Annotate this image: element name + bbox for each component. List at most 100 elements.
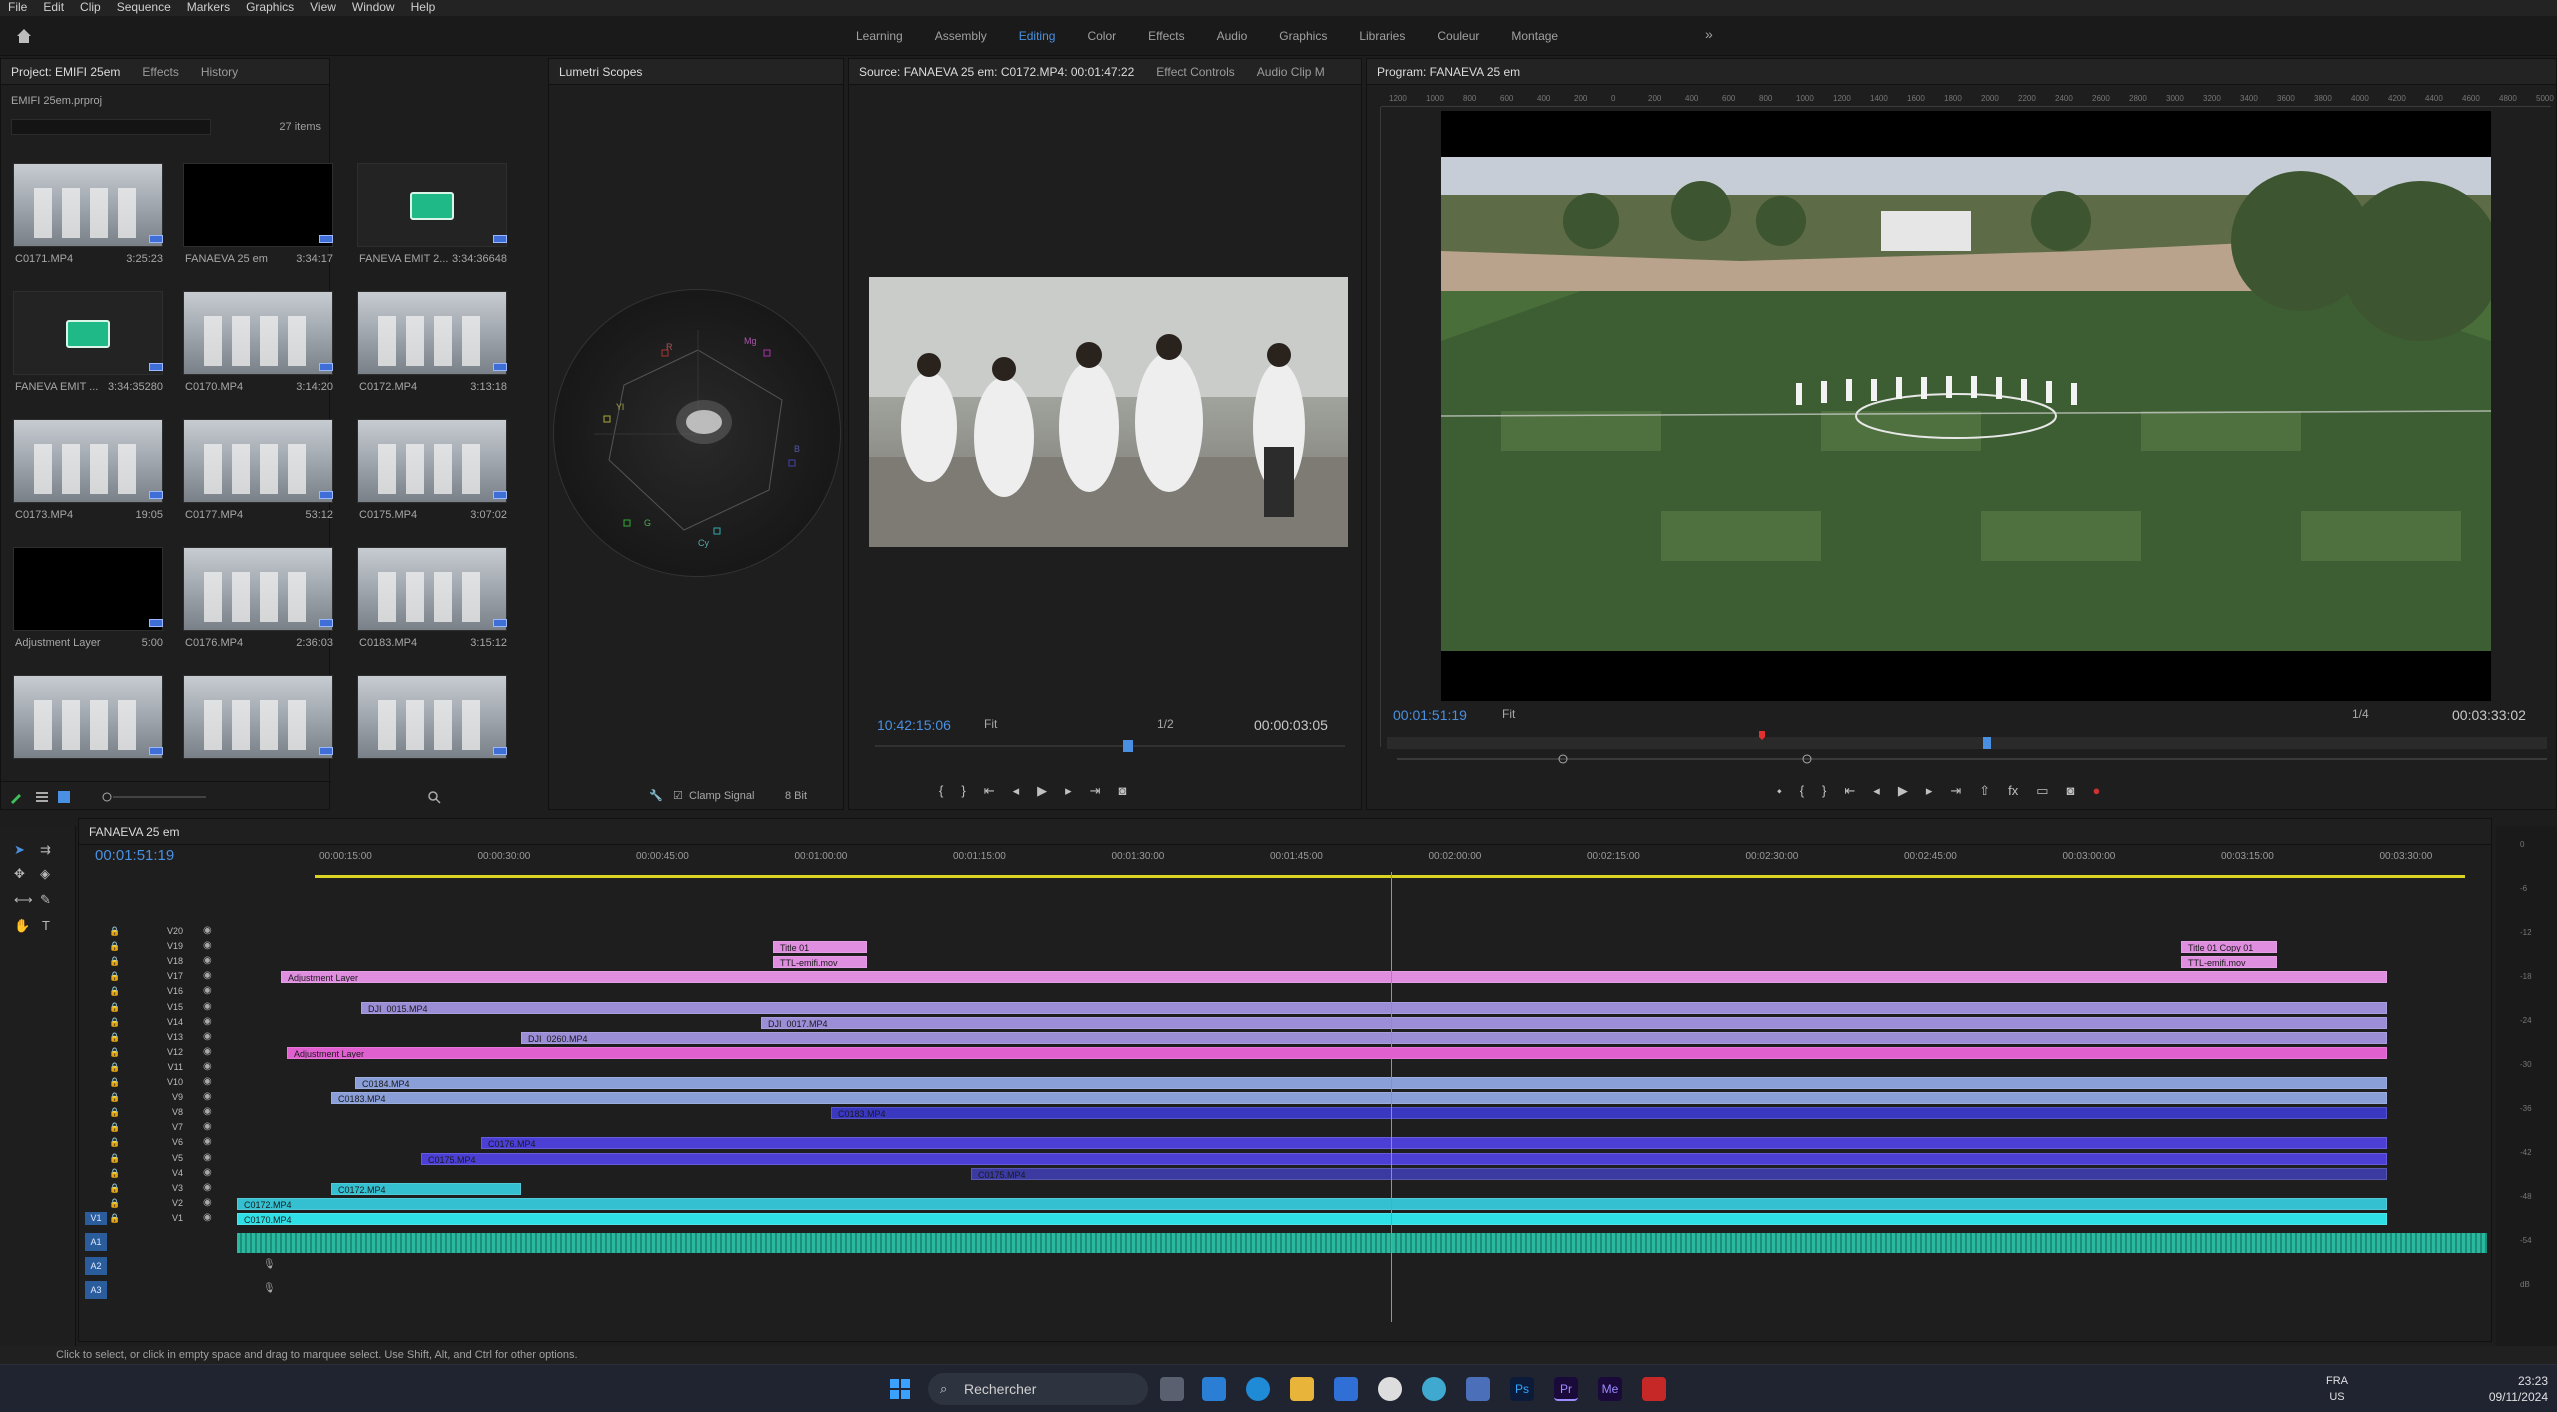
- lift-button[interactable]: ⇧: [1979, 783, 1990, 799]
- project-item-thumbnail[interactable]: [183, 675, 333, 759]
- lock-icon[interactable]: 🔒: [109, 971, 120, 982]
- timeline-clip[interactable]: DJI_0017.MP4: [761, 1016, 2387, 1029]
- lock-icon[interactable]: 🔒: [109, 1168, 120, 1179]
- project-item-thumbnail[interactable]: [183, 547, 333, 631]
- eye-icon[interactable]: ◉: [203, 1152, 212, 1163]
- lock-icon[interactable]: 🔒: [109, 1107, 120, 1118]
- work-area-bar[interactable]: [315, 875, 2465, 878]
- pen-tool-icon[interactable]: ✎: [40, 892, 51, 908]
- eye-icon[interactable]: ◉: [203, 1076, 212, 1087]
- prog-mark-out-button[interactable]: }: [1822, 783, 1826, 799]
- photos-icon[interactable]: [1466, 1377, 1490, 1401]
- tab-effect-controls[interactable]: Effect Controls: [1156, 65, 1234, 79]
- slip-tool-icon[interactable]: ⟷: [14, 892, 33, 908]
- tab-effects[interactable]: Effects: [142, 65, 178, 79]
- workspace-tab-couleur[interactable]: Couleur: [1421, 28, 1495, 44]
- icon-view-icon[interactable]: [57, 790, 71, 804]
- program-resolution-select[interactable]: 1/4: [2352, 707, 2369, 721]
- track-select-tool-icon[interactable]: ⇉: [40, 842, 51, 858]
- eye-icon[interactable]: ◉: [203, 1046, 212, 1057]
- photoshop-icon[interactable]: Ps: [1510, 1377, 1534, 1401]
- play-button[interactable]: ▶: [1037, 783, 1047, 799]
- eye-icon[interactable]: ◉: [203, 1106, 212, 1117]
- program-scrub-bar[interactable]: [1387, 731, 2547, 771]
- microphone-icon[interactable]: 🎙: [263, 1259, 276, 1270]
- lock-icon[interactable]: 🔒: [109, 1183, 120, 1194]
- workspace-tab-effects[interactable]: Effects: [1132, 28, 1200, 44]
- lock-icon[interactable]: 🔒: [109, 1137, 120, 1148]
- timeline-clip[interactable]: C0175.MP4: [971, 1167, 2387, 1180]
- workspace-tab-editing[interactable]: Editing: [1003, 28, 1072, 44]
- audio-track-target[interactable]: A3: [85, 1281, 107, 1299]
- eye-icon[interactable]: ◉: [203, 955, 212, 966]
- program-timecode[interactable]: 00:01:51:19: [1393, 707, 1467, 723]
- lock-icon[interactable]: 🔒: [109, 926, 120, 937]
- wrench-icon[interactable]: 🔧: [649, 789, 663, 802]
- timeline-clip[interactable]: C0175.MP4: [421, 1152, 2387, 1165]
- timeline-clip[interactable]: Adjustment Layer: [281, 971, 2387, 984]
- mark-in-button[interactable]: {: [939, 783, 943, 799]
- taskbar-search-input[interactable]: Rechercher: [928, 1373, 1148, 1405]
- hand-tool-icon[interactable]: ✋: [14, 918, 30, 934]
- eye-icon[interactable]: ◉: [203, 1167, 212, 1178]
- tab-project[interactable]: Project: EMIFI 25em: [11, 65, 120, 79]
- workspace-tab-montage[interactable]: Montage: [1495, 28, 1574, 44]
- file-explorer-icon[interactable]: [1290, 1377, 1314, 1401]
- source-zoom-select[interactable]: Fit: [984, 717, 997, 731]
- prog-go-to-out-button[interactable]: ⇥: [1950, 783, 1961, 799]
- playhead[interactable]: [1391, 872, 1392, 1322]
- lock-icon[interactable]: 🔒: [109, 1032, 120, 1043]
- lock-icon[interactable]: 🔒: [109, 1213, 120, 1224]
- prog-step-forward-button[interactable]: ▸: [1926, 783, 1933, 799]
- project-item-thumbnail[interactable]: [357, 675, 507, 759]
- project-item-thumbnail[interactable]: [357, 547, 507, 631]
- timeline-clip[interactable]: DJI_0015.MP4: [361, 1001, 2387, 1014]
- timeline-clip[interactable]: C0172.MP4: [237, 1197, 2387, 1210]
- eye-icon[interactable]: ◉: [203, 940, 212, 951]
- project-item-thumbnail[interactable]: [183, 163, 333, 247]
- workspace-tab-graphics[interactable]: Graphics: [1263, 28, 1343, 44]
- type-tool-icon[interactable]: T: [42, 918, 50, 933]
- go-to-in-button[interactable]: ⇤: [984, 783, 995, 799]
- menu-graphics[interactable]: Graphics: [238, 0, 302, 16]
- app-icon[interactable]: [1422, 1377, 1446, 1401]
- menu-help[interactable]: Help: [403, 0, 444, 16]
- bit-depth-select[interactable]: 8 Bit: [785, 790, 807, 802]
- workspace-tab-assembly[interactable]: Assembly: [919, 28, 1003, 44]
- timeline-clip[interactable]: Title 01 Copy 01: [2181, 941, 2277, 954]
- eye-icon[interactable]: ◉: [203, 925, 212, 936]
- add-marker-button[interactable]: ⬩: [1777, 783, 1782, 799]
- list-view-icon[interactable]: [35, 790, 49, 804]
- timeline-clip[interactable]: DJI_0260.MP4: [521, 1031, 2387, 1044]
- eye-icon[interactable]: ◉: [203, 1182, 212, 1193]
- project-item-thumbnail[interactable]: [357, 419, 507, 503]
- workspace-tab-audio[interactable]: Audio: [1201, 28, 1264, 44]
- eye-icon[interactable]: ◉: [203, 1136, 212, 1147]
- timeline-clip[interactable]: C0183.MP4: [331, 1092, 2387, 1105]
- audio-track-target[interactable]: A1: [85, 1233, 107, 1251]
- prog-go-to-in-button[interactable]: ⇤: [1844, 783, 1855, 799]
- timeline-clip[interactable]: TTL-emifi.mov: [2181, 956, 2277, 969]
- tab-history[interactable]: History: [201, 65, 238, 79]
- export-frame-icon[interactable]: ◙: [1119, 783, 1127, 799]
- prog-export-frame-icon[interactable]: ◙: [2067, 783, 2075, 799]
- audio-clip-waveform[interactable]: [237, 1233, 2487, 1253]
- project-item-thumbnail[interactable]: [13, 547, 163, 631]
- project-item-thumbnail[interactable]: [13, 291, 163, 375]
- project-item-thumbnail[interactable]: [183, 291, 333, 375]
- pencil-icon[interactable]: [9, 790, 23, 804]
- lock-icon[interactable]: 🔒: [109, 986, 120, 997]
- thumbnail-zoom-slider[interactable]: [101, 790, 211, 804]
- premiere-pro-icon[interactable]: Pr: [1554, 1377, 1578, 1401]
- menu-sequence[interactable]: Sequence: [109, 0, 179, 16]
- search-icon[interactable]: [427, 790, 441, 804]
- workspace-tab-libraries[interactable]: Libraries: [1343, 28, 1421, 44]
- tab-lumetri-scopes[interactable]: Lumetri Scopes: [559, 65, 642, 79]
- lock-icon[interactable]: 🔒: [109, 941, 120, 952]
- timeline-clip[interactable]: C0184.MP4: [355, 1077, 2387, 1089]
- timeline-clip[interactable]: C0176.MP4: [481, 1137, 2387, 1150]
- menu-markers[interactable]: Markers: [179, 0, 238, 16]
- lock-icon[interactable]: 🔒: [109, 1153, 120, 1164]
- lock-icon[interactable]: 🔒: [109, 1047, 120, 1058]
- timeline-clip[interactable]: C0170.MP4: [237, 1212, 2387, 1225]
